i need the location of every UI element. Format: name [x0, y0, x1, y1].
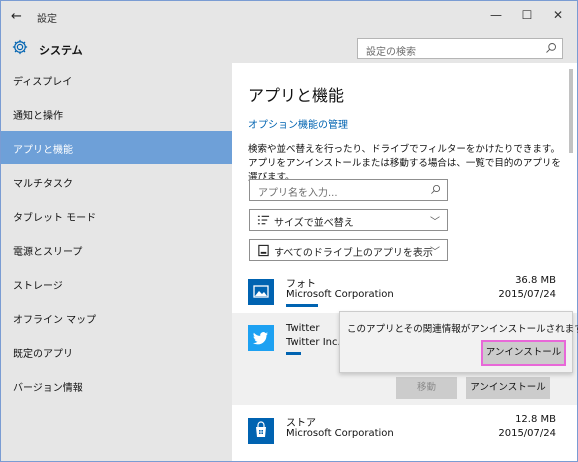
search-placeholder: 設定の検索	[366, 47, 416, 58]
drive-filter-label: すべてのドライブ上のアプリを表示	[274, 248, 433, 259]
search-icon	[431, 184, 441, 194]
sidebar-item-notifications[interactable]: 通知と操作	[1, 97, 232, 130]
app-filter-input[interactable]: アプリ名を入力...	[249, 179, 448, 201]
sidebar-item-default-apps[interactable]: 既定のアプリ	[1, 335, 232, 368]
photos-icon	[248, 279, 274, 305]
app-publisher: Microsoft Corporation	[286, 289, 394, 300]
app-size: 36.8 MB	[515, 275, 556, 286]
app-size-bar	[286, 304, 318, 307]
sidebar-item-label: タブレット モード	[13, 213, 97, 224]
app-publisher: Twitter Inc.	[286, 337, 341, 348]
main-content: アプリと機能 オプション機能の管理 検索や並べ替えを行ったり、ドライブでフィルタ…	[232, 63, 578, 461]
sidebar-item-label: オフライン マップ	[13, 315, 97, 326]
settings-window: ← 設定 — ☐ ✕ システム 設定の検索 ディスプレイ 通知と操作 アプリと機…	[0, 0, 578, 462]
uninstall-confirm-popup: このアプリとその関連情報がアンインストールされます。 アンインストール	[339, 311, 578, 373]
app-list-item[interactable]: ストア Microsoft Corporation 12.8 MB 2015/0…	[232, 409, 577, 455]
sidebar-item-tablet-mode[interactable]: タブレット モード	[1, 199, 232, 232]
chevron-down-icon: ﹀	[430, 217, 440, 228]
sidebar: ディスプレイ 通知と操作 アプリと機能 マルチタスク タブレット モード 電源と…	[1, 63, 232, 461]
sidebar-item-about[interactable]: バージョン情報	[1, 369, 232, 402]
uninstall-button[interactable]: アンインストール	[466, 377, 550, 399]
sort-label: サイズで並べ替え	[274, 218, 354, 229]
page-title: アプリと機能	[248, 86, 345, 105]
app-size-bar	[286, 352, 301, 355]
sidebar-item-label: ディスプレイ	[13, 77, 73, 88]
sidebar-item-power-sleep[interactable]: 電源とスリープ	[1, 233, 232, 266]
sidebar-item-label: 通知と操作	[13, 111, 63, 122]
app-size: 12.8 MB	[515, 414, 556, 425]
confirm-uninstall-label: アンインストール	[485, 344, 562, 362]
title-bar: ← 設定 — ☐ ✕	[1, 1, 577, 33]
chevron-down-icon: ﹀	[430, 247, 440, 258]
sidebar-item-offline-maps[interactable]: オフライン マップ	[1, 301, 232, 334]
move-button[interactable]: 移動	[396, 377, 457, 399]
app-name: Twitter	[286, 323, 320, 334]
search-header: 設定の検索	[232, 33, 577, 63]
sidebar-item-label: バージョン情報	[13, 383, 83, 394]
sidebar-item-label: ストレージ	[13, 281, 63, 292]
section-header: システム	[1, 33, 232, 63]
maximize-button[interactable]: ☐	[517, 8, 537, 22]
drive-filter-dropdown[interactable]: すべてのドライブ上のアプリを表示 ﹀	[249, 239, 448, 261]
sidebar-item-label: 既定のアプリ	[13, 349, 73, 360]
scrollbar[interactable]	[569, 69, 573, 153]
app-install-date: 2015/07/24	[498, 289, 556, 300]
sidebar-item-display[interactable]: ディスプレイ	[1, 63, 232, 96]
search-icon[interactable]	[545, 42, 557, 54]
sort-dropdown[interactable]: サイズで並べ替え ﹀	[249, 209, 448, 231]
window-title: 設定	[37, 14, 57, 25]
optional-features-link[interactable]: オプション機能の管理	[248, 116, 348, 131]
settings-search-input[interactable]: 設定の検索	[357, 38, 563, 59]
sidebar-item-label: アプリと機能	[13, 145, 73, 156]
sidebar-item-multitasking[interactable]: マルチタスク	[1, 165, 232, 198]
store-icon	[248, 418, 274, 444]
drive-icon	[258, 244, 269, 257]
app-name: フォト	[286, 279, 316, 290]
sidebar-item-label: 電源とスリープ	[13, 247, 83, 258]
sort-icon	[257, 215, 270, 225]
sidebar-item-storage[interactable]: ストレージ	[1, 267, 232, 300]
app-publisher: Microsoft Corporation	[286, 428, 394, 439]
twitter-icon	[248, 325, 274, 351]
app-name: ストア	[286, 418, 316, 429]
section-title: システム	[39, 44, 83, 57]
minimize-button[interactable]: —	[486, 8, 506, 22]
popup-message: このアプリとその関連情報がアンインストールされます。	[347, 324, 578, 335]
sidebar-item-apps-features[interactable]: アプリと機能	[1, 131, 232, 164]
back-arrow-icon[interactable]: ←	[11, 9, 22, 24]
close-button[interactable]: ✕	[548, 8, 568, 22]
gear-icon	[12, 39, 28, 55]
sidebar-item-label: マルチタスク	[13, 179, 73, 190]
app-list-item[interactable]: フォト Microsoft Corporation 36.8 MB 2015/0…	[232, 270, 577, 316]
confirm-uninstall-button[interactable]: アンインストール	[481, 340, 566, 366]
filter-placeholder: アプリ名を入力...	[258, 188, 338, 199]
app-install-date: 2015/07/24	[498, 428, 556, 439]
